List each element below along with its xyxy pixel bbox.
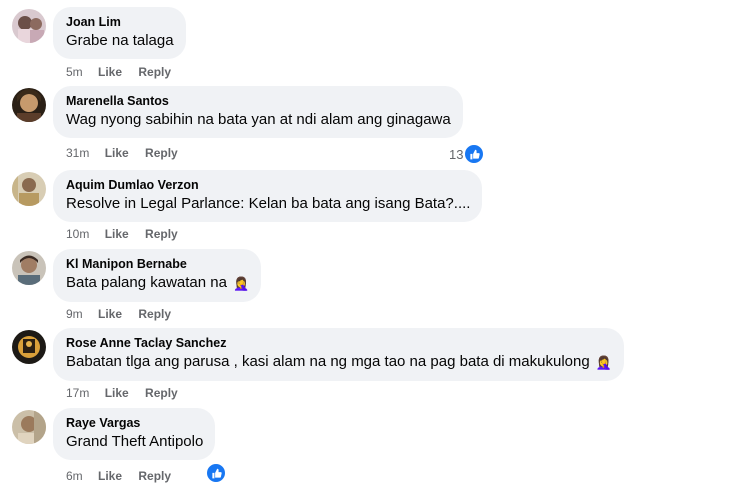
facepalm-emoji-icon: 🤦‍♀️: [233, 276, 250, 291]
reaction-count-value: 13: [449, 146, 464, 162]
comment-actions: 10m Like Reply: [66, 227, 178, 241]
comment-text-content: Bata palang kawatan na: [66, 274, 227, 291]
avatar[interactable]: [12, 9, 46, 43]
like-thumb-icon: [463, 143, 486, 165]
reply-button[interactable]: Reply: [138, 307, 171, 321]
comment-text: Resolve in Legal Parlance: Kelan ba bata…: [66, 195, 471, 212]
comment-bubble: Joan Lim Grabe na talaga: [53, 7, 186, 59]
comment-author[interactable]: Rose Anne Taclay Sanchez: [66, 335, 612, 351]
avatar[interactable]: [12, 410, 46, 444]
like-button[interactable]: Like: [98, 307, 122, 321]
comment-author[interactable]: Aquim Dumlao Verzon: [66, 177, 470, 193]
avatar[interactable]: [12, 330, 46, 364]
reply-button[interactable]: Reply: [138, 65, 171, 79]
comment-time[interactable]: 31m: [66, 146, 89, 160]
like-thumb-icon: [205, 462, 227, 484]
comment-text: Grand Theft Antipolo: [66, 433, 204, 450]
comment-time[interactable]: 5m: [66, 65, 83, 79]
like-button[interactable]: Like: [105, 146, 129, 160]
reaction-count[interactable]: [205, 462, 227, 484]
avatar[interactable]: [12, 172, 46, 206]
like-button[interactable]: Like: [105, 227, 129, 241]
comment-text: Babatan tlga ang parusa , kasi alam na n…: [66, 352, 612, 373]
like-button[interactable]: Like: [98, 65, 122, 79]
reply-button[interactable]: Reply: [145, 227, 178, 241]
comment-actions: 6m Like Reply: [66, 469, 171, 483]
reply-button[interactable]: Reply: [138, 469, 171, 483]
comment-actions: 17m Like Reply: [66, 386, 178, 400]
reply-button[interactable]: Reply: [145, 386, 178, 400]
comment-text: Grabe na talaga: [66, 32, 174, 49]
comment-actions: 9m Like Reply: [66, 307, 171, 321]
comment-actions: 5m Like Reply: [66, 65, 171, 79]
comment-time[interactable]: 17m: [66, 386, 89, 400]
comment-author[interactable]: Marenella Santos: [66, 93, 451, 109]
comment-bubble: Marenella Santos Wag nyong sabihin na ba…: [53, 86, 463, 138]
comment-bubble: Aquim Dumlao Verzon Resolve in Legal Par…: [53, 170, 483, 222]
reply-button[interactable]: Reply: [145, 146, 178, 160]
comment-text: Bata palang kawatan na 🤦‍♀️: [66, 273, 249, 294]
comment-bubble: Kl Manipon Bernabe Bata palang kawatan n…: [53, 249, 262, 302]
comment-bubble: Raye Vargas Grand Theft Antipolo: [53, 408, 216, 460]
like-button[interactable]: Like: [98, 469, 122, 483]
comment-text-content: Babatan tlga ang parusa , kasi alam na n…: [66, 353, 590, 370]
comment-author[interactable]: Kl Manipon Bernabe: [66, 256, 249, 272]
comment-actions: 31m Like Reply: [66, 146, 178, 160]
comment-author[interactable]: Joan Lim: [66, 14, 174, 30]
comment-time[interactable]: 10m: [66, 227, 89, 241]
facepalm-emoji-icon: 🤦‍♀️: [595, 355, 613, 370]
comment-text: Wag nyong sabihin na bata yan at ndi ala…: [66, 111, 451, 128]
like-button[interactable]: Like: [105, 386, 129, 400]
avatar[interactable]: [12, 251, 46, 285]
comment-bubble: Rose Anne Taclay Sanchez Babatan tlga an…: [53, 328, 625, 381]
avatar[interactable]: [12, 88, 46, 122]
reaction-count[interactable]: 13: [449, 143, 486, 165]
comment-author[interactable]: Raye Vargas: [66, 415, 203, 431]
comment-time[interactable]: 9m: [66, 307, 83, 321]
comment-time[interactable]: 6m: [66, 469, 83, 483]
